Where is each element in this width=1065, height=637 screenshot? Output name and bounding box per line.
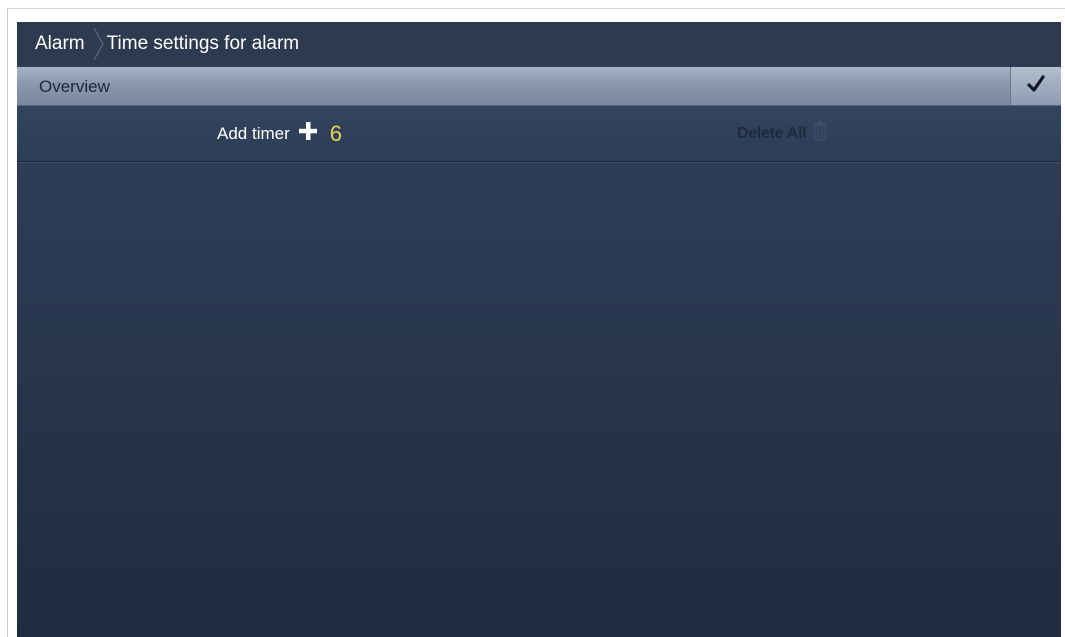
add-timer-label: Add timer xyxy=(217,123,290,143)
plus-icon xyxy=(298,121,318,146)
overview-title: Overview xyxy=(39,77,110,96)
breadcrumb-item-current: Time settings for alarm xyxy=(106,33,300,54)
timer-action-row: Add timer 6 Delete All xyxy=(17,106,1061,162)
confirm-button[interactable] xyxy=(1010,67,1061,105)
frame-border-left xyxy=(7,8,8,637)
overview-header: Overview xyxy=(17,67,1061,106)
trash-icon xyxy=(812,121,828,146)
breadcrumb: Alarm Time settings for alarm xyxy=(17,22,1061,66)
add-timer-button[interactable]: Add timer 6 xyxy=(217,106,342,161)
window-frame: Alarm Time settings for alarm Overview A… xyxy=(0,0,1065,637)
checkmark-icon xyxy=(1026,74,1046,99)
timer-list xyxy=(17,163,1061,637)
frame-border-top xyxy=(7,8,1065,9)
app-screen: Alarm Time settings for alarm Overview A… xyxy=(17,22,1061,637)
delete-all-label: Delete All xyxy=(737,124,807,142)
breadcrumb-separator-icon xyxy=(93,22,105,66)
timer-count-badge: 6 xyxy=(329,120,342,146)
delete-all-button[interactable]: Delete All xyxy=(737,106,828,161)
breadcrumb-item-alarm[interactable]: Alarm xyxy=(17,33,85,55)
